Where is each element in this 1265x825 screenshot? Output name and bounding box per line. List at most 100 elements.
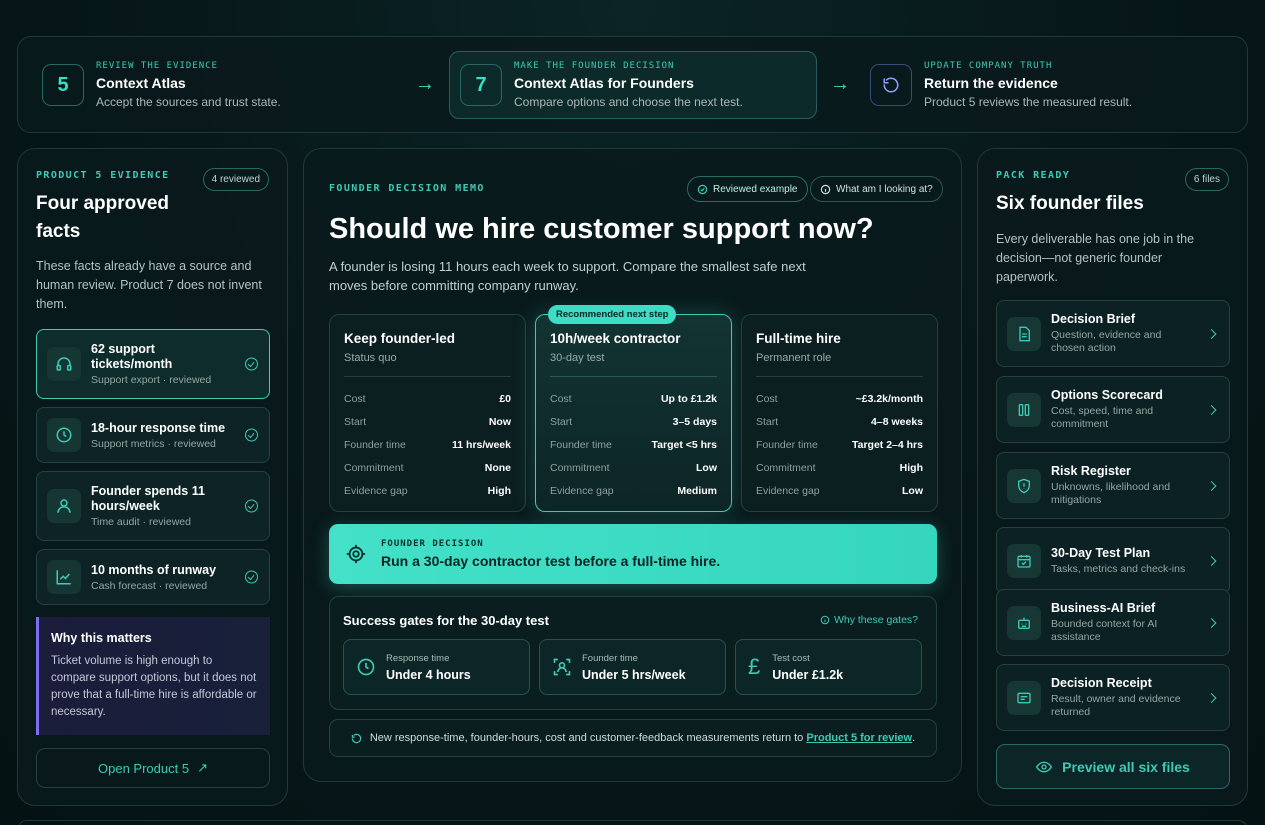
option-row: Commitment Low [550,456,717,479]
option-row: Start 3–5 days [550,410,717,433]
recommended-next-step-tag: Recommended next step [548,305,677,324]
option-title: Keep founder-led [344,331,456,346]
pill-label: What am I looking at? [836,183,933,195]
fact-response-time[interactable]: 18-hour response time Support metrics · r… [36,407,270,463]
row-value: Up to £1.2k [660,392,717,405]
fact-runway[interactable]: 10 months of runway Cash forecast · revie… [36,549,270,605]
row-value: Target <5 hrs [651,438,717,451]
target-icon [346,544,366,564]
gate-label: Test cost [772,652,810,664]
file-title: 30-Day Test Plan [1051,545,1151,560]
row-label: Evidence gap [756,484,820,497]
chevron-right-icon [1206,617,1217,628]
open-product-5-button[interactable]: Open Product 5 ↗ [36,748,270,788]
option-row: Start 4–8 weeks [756,410,923,433]
step-founder-decision[interactable]: 7 MAKE THE FOUNDER DECISION Context Atla… [449,51,817,119]
return-evidence-note: New response-time, founder-hours, cost a… [329,719,937,757]
gate-label: Founder time [582,652,638,664]
gate-value: Under 5 hrs/week [582,667,686,682]
next-section-edge [17,820,1248,825]
robot-icon [1007,605,1041,640]
row-label: Commitment [756,461,816,474]
option-title: Full-time hire [756,331,841,346]
decision-text: Run a 30-day contractor test before a fu… [381,553,721,569]
option-full-time-hire[interactable]: Full-time hire Permanent role Cost ~£3.2k… [741,314,938,512]
arrow-right-icon: → [415,73,435,95]
check-circle-icon [245,570,258,584]
fact-founder-hours[interactable]: Founder spends 11 hours/week Time audit ·… [36,471,270,541]
gate-label: Response time [386,652,450,664]
row-value: High [899,461,923,474]
file-subtitle: Bounded context for AI assistance [1051,618,1158,643]
file-decision-receipt[interactable]: Decision Receipt Result, owner and eviden… [996,664,1230,731]
success-gates: Success gates for the 30-day test Why th… [329,596,937,710]
step-subtitle: Compare options and choose the next test… [514,95,743,109]
option-keep-founder-led[interactable]: Keep founder-led Status quo Cost £0 Start… [329,314,526,512]
info-icon [820,184,831,194]
row-label: Founder time [550,438,612,451]
file-options-scorecard[interactable]: Options Scorecard Cost, speed, time and c… [996,376,1230,443]
gate-value: Under 4 hours [386,667,471,682]
file-subtitle: Tasks, metrics and check-ins [1051,562,1186,575]
gate-test-cost: £ Test cost Under £1.2k [735,639,922,695]
option-row: Founder time Target <5 hrs [550,433,717,456]
file-risk-register[interactable]: Risk Register Unknowns, likelihood and mi… [996,452,1230,519]
info-icon [820,615,830,625]
headset-icon [47,347,81,381]
option-title: 10h/week contractor [550,331,681,346]
gate-value: Under £1.2k [772,667,844,682]
fact-support-tickets[interactable]: 62 support tickets/month Support export ·… [36,329,270,399]
what-am-i-looking-at-button[interactable]: What am I looking at? [810,176,943,202]
receipt-icon [1007,680,1041,715]
step-return-evidence[interactable]: UPDATE COMPANY TRUTH Return the evidence… [860,51,1230,119]
panel-title-line: Four approved [36,193,170,214]
option-subtitle: Status quo [344,352,397,364]
evidence-panel: PRODUCT 5 EVIDENCE 4 reviewed Four appro… [17,148,288,806]
clock-icon [357,658,375,676]
why-these-gates-link[interactable]: Why these gates? [820,614,918,626]
why-this-matters-callout: Why this matters Ticket volume is high e… [36,617,270,735]
step-eyebrow: REVIEW THE EVIDENCE [96,61,218,71]
memo-eyebrow: FOUNDER DECISION MEMO [329,183,485,194]
file-30-day-test-plan[interactable]: 30-Day Test Plan Tasks, metrics and check… [996,527,1230,594]
fact-source: Support export · reviewed [91,374,212,386]
product-5-review-link[interactable]: Product 5 for review [806,732,912,744]
callout-title: Why this matters [51,631,152,645]
step-eyebrow: MAKE THE FOUNDER DECISION [514,61,675,71]
preview-all-files-button[interactable]: Preview all six files [996,744,1230,789]
step-review-evidence[interactable]: 5 REVIEW THE EVIDENCE Context Atlas Acce… [32,51,412,119]
external-link-icon: ↗ [197,760,208,775]
chevron-right-icon [1206,692,1217,703]
refresh-icon [870,64,912,106]
gates-title: Success gates for the 30-day test [343,613,549,628]
arrow-right-icon: → [830,73,850,95]
memo-title: Should we hire customer support now? [329,213,874,245]
pack-ready-panel: PACK READY 6 files Six founder files Eve… [977,148,1248,806]
fact-source: Cash forecast · reviewed [91,579,208,592]
option-row: Evidence gap High [344,479,511,502]
file-subtitle: Result, owner and evidence returned [1051,693,1181,718]
row-value: Now [488,415,511,428]
file-business-ai-brief[interactable]: Business-AI Brief Bounded context for AI … [996,589,1230,656]
note-end: . [912,732,916,744]
file-decision-brief[interactable]: Decision Brief Question, evidence and cho… [996,300,1230,367]
reviewed-example-pill[interactable]: Reviewed example [687,176,808,202]
reviewed-badge: 4 reviewed [202,168,269,191]
option-row: Founder time 11 hrs/week [344,433,511,456]
row-value: 3–5 days [672,415,717,428]
panel-description: These facts already have a source and hu… [36,259,262,311]
decision-memo-panel: FOUNDER DECISION MEMO Reviewed example W… [303,148,962,782]
option-row: Cost Up to £1.2k [550,387,717,410]
option-row: Start Now [344,410,511,433]
row-value: High [487,484,511,497]
shield-alert-icon [1007,468,1041,503]
check-circle-icon [697,184,708,194]
option-contractor[interactable]: 10h/week contractor 30-day test Cost Up t… [535,314,732,512]
panel-eyebrow: PRODUCT 5 EVIDENCE [36,170,170,181]
row-label: Start [344,415,367,428]
chevron-right-icon [1206,404,1217,415]
divider [550,376,717,377]
link-label: Why these gates? [833,614,918,626]
panel-eyebrow: PACK READY [996,170,1071,181]
row-label: Evidence gap [550,484,614,497]
